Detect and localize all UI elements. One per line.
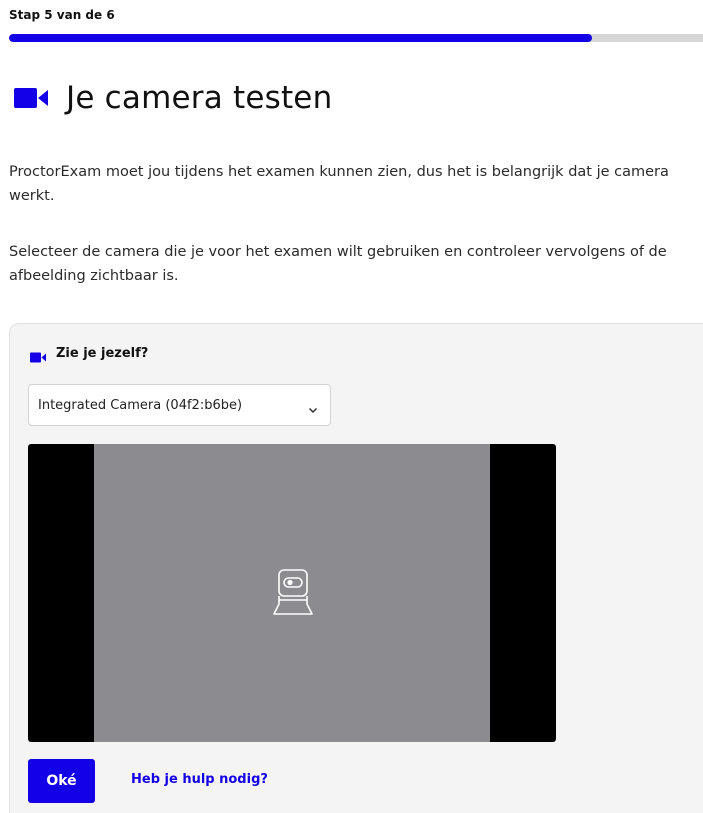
video-camera-icon <box>30 348 46 363</box>
page-title-text: Je camera testen <box>66 80 333 116</box>
help-link[interactable]: Heb je hulp nodig? <box>131 772 268 787</box>
progress-bar-fill <box>9 34 592 42</box>
video-camera-icon <box>14 87 48 109</box>
camera-select-value: Integrated Camera (04f2:b6be) <box>38 397 243 413</box>
page: Stap 5 van de 6 Je camera testen Proctor… <box>0 0 703 813</box>
camera-preview <box>28 444 556 742</box>
webcam-icon <box>270 568 316 616</box>
camera-check-heading-text: Zie je jezelf? <box>56 346 149 361</box>
step-indicator: Stap 5 van de 6 <box>9 8 115 22</box>
page-title: Je camera testen <box>14 80 332 116</box>
intro-paragraph-1: ProctorExam moet jou tijdens het examen … <box>9 164 669 204</box>
camera-feed <box>94 444 490 742</box>
intro-paragraph-2: Selecteer de camera die je voor het exam… <box>9 244 667 284</box>
progress-bar <box>9 34 703 42</box>
camera-check-heading: Zie je jezelf? <box>30 346 149 363</box>
ok-button[interactable]: Oké <box>28 759 95 803</box>
chevron-down-icon <box>308 400 318 414</box>
camera-check-card: Zie je jezelf? Integrated Camera (04f2:b… <box>9 323 703 813</box>
camera-select-dropdown[interactable]: Integrated Camera (04f2:b6be) <box>28 384 331 426</box>
